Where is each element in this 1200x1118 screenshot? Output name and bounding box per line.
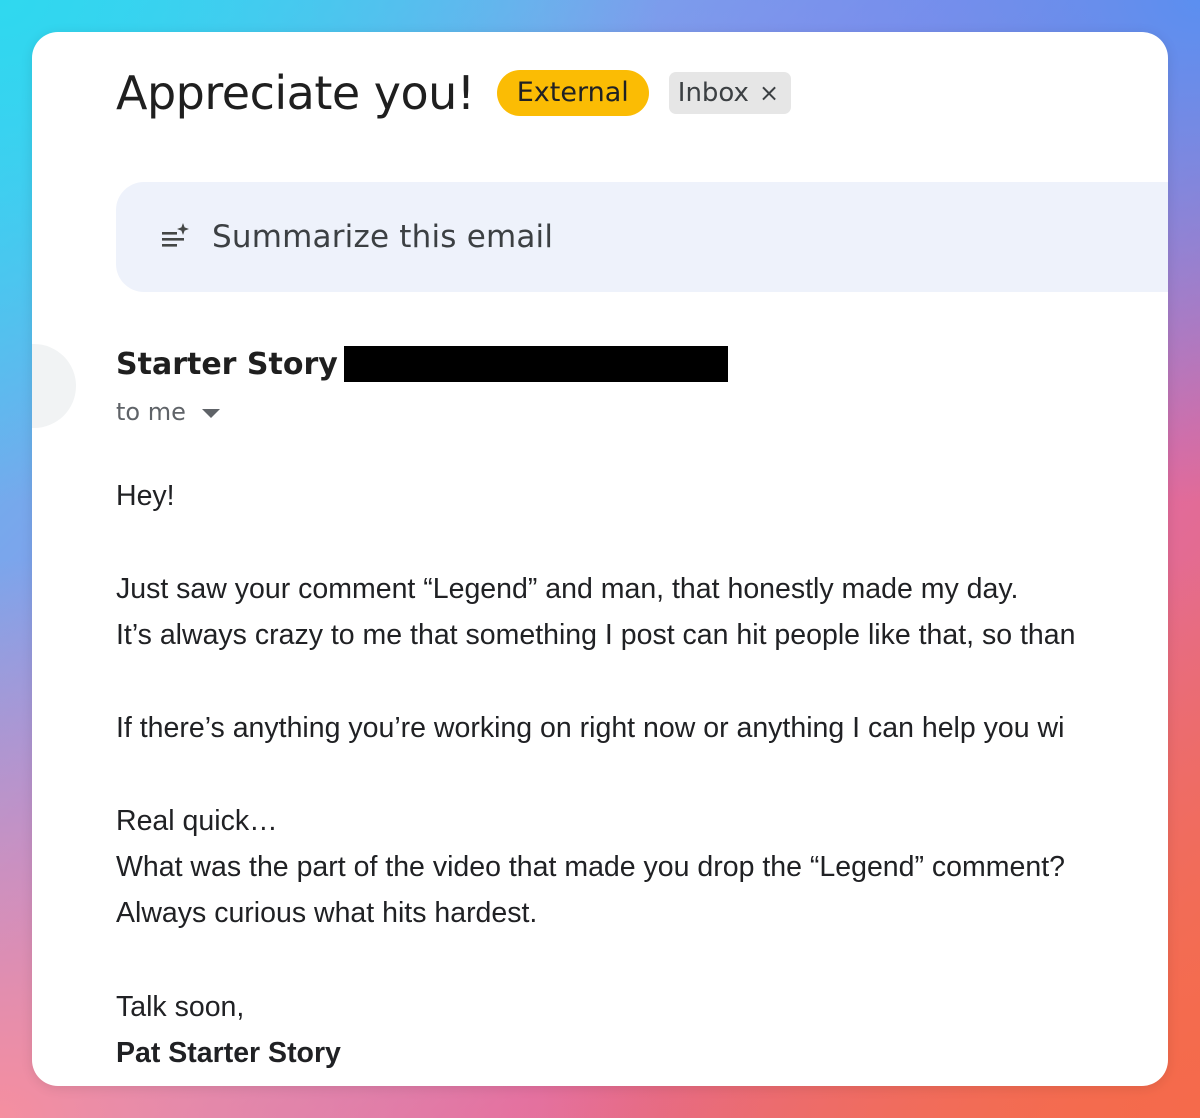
inbox-label-text: Inbox <box>677 78 749 108</box>
external-label-chip: External <box>496 70 649 116</box>
body-signoff: Talk soon, <box>116 991 245 1023</box>
email-subject: Appreciate you! <box>116 66 475 120</box>
subject-row: Appreciate you! External Inbox × <box>116 62 792 124</box>
summarize-label: Summarize this email <box>212 219 554 255</box>
caret-down-icon[interactable] <box>201 408 220 418</box>
body-greeting: Hey! <box>116 480 175 512</box>
remove-label-icon[interactable]: × <box>759 72 779 114</box>
body-line: What was the part of the video that made… <box>116 851 1065 883</box>
sender-name[interactable]: Starter Story <box>116 347 338 382</box>
body-line: If there’s anything you’re working on ri… <box>116 712 1065 744</box>
email-card: Appreciate you! External Inbox × Summari… <box>32 32 1168 1086</box>
sender-row: Starter Story <box>116 342 728 386</box>
summarize-email-button[interactable]: Summarize this email <box>116 182 1168 292</box>
body-signature: Pat Starter Story <box>116 1037 341 1069</box>
body-line: It’s always crazy to me that something I… <box>116 619 1076 651</box>
inbox-label-chip[interactable]: Inbox × <box>668 72 792 114</box>
redacted-sender-email <box>343 346 728 382</box>
body-line: Just saw your comment “Legend” and man, … <box>116 573 1019 605</box>
sender-avatar[interactable] <box>32 344 76 428</box>
recipient-text: to me <box>116 398 186 426</box>
body-line: Always curious what hits hardest. <box>116 897 538 929</box>
recipient-details-toggle[interactable]: to me <box>116 394 220 430</box>
summarize-sparkle-icon <box>162 223 189 247</box>
body-line: Real quick… <box>116 805 278 837</box>
email-body: Hey! Just saw your comment “Legend” and … <box>116 452 1168 1082</box>
